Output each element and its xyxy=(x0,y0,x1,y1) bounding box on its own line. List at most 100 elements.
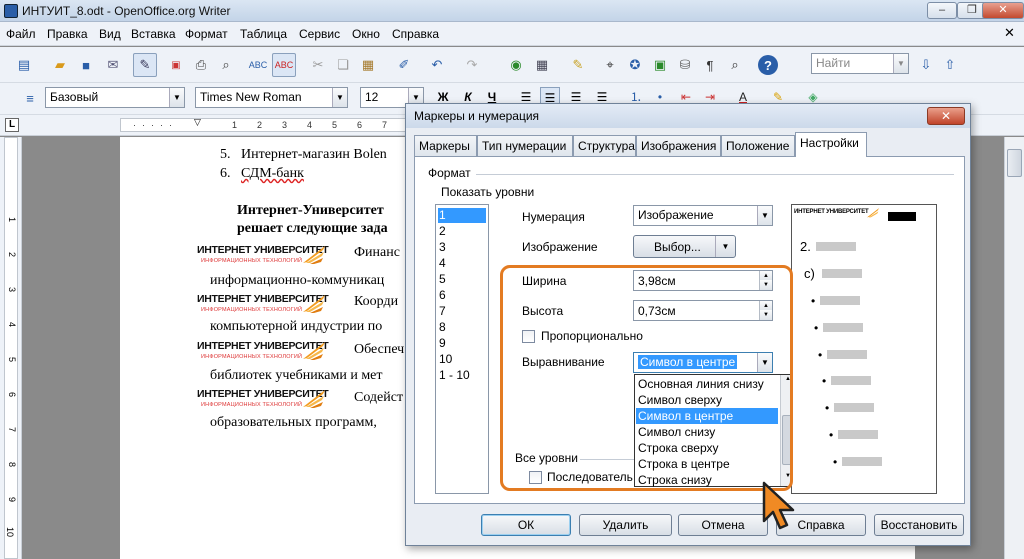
menu-file[interactable]: Файл xyxy=(6,27,36,41)
preview-bullet: • xyxy=(829,428,834,442)
paste-icon[interactable]: ▦ xyxy=(358,55,378,75)
menu-view[interactable]: Вид xyxy=(99,27,121,41)
list-item[interactable]: 7 xyxy=(438,304,486,319)
dialog-close-button[interactable]: ✕ xyxy=(927,107,965,125)
styles-icon[interactable]: ≡ xyxy=(20,88,40,108)
scrollbar-thumb[interactable] xyxy=(1007,149,1022,177)
chevron-down-icon[interactable]: ▼ xyxy=(893,54,908,73)
find-icon[interactable]: ⌖ xyxy=(600,55,620,75)
font-name-select[interactable]: Times New Roman ▼ xyxy=(195,87,348,108)
navigator-hyper-icon[interactable]: ◉ xyxy=(506,55,526,75)
numbering-label: Нумерация xyxy=(522,210,585,224)
gallery-icon[interactable]: ▣ xyxy=(650,55,670,75)
university-logo: ИНТЕРНЕТ УНИВЕРСИТЕТ ИНФОРМАЦИОННЫХ ТЕХНО… xyxy=(197,293,329,313)
copy-icon[interactable]: ❏ xyxy=(333,55,353,75)
delete-button[interactable]: Удалить xyxy=(579,514,672,536)
numbering-select[interactable]: Изображение ▼ xyxy=(633,205,773,226)
list-item[interactable]: 3 xyxy=(438,240,486,255)
list-item[interactable]: 1 - 10 xyxy=(438,368,486,383)
format-paint-icon[interactable]: ✐ xyxy=(394,55,414,75)
menu-window[interactable]: Окно xyxy=(352,27,380,41)
undo-icon[interactable]: ↶ xyxy=(427,55,447,75)
tab-stop-icon[interactable]: L xyxy=(5,118,19,132)
menu-tools[interactable]: Сервис xyxy=(299,27,340,41)
menu-edit[interactable]: Правка xyxy=(47,27,88,41)
open-icon[interactable]: ▰ xyxy=(50,55,70,75)
chevron-down-icon[interactable]: ▼ xyxy=(332,88,347,107)
spellcheck-icon[interactable]: ABC xyxy=(248,55,268,75)
table-icon[interactable]: ▦ xyxy=(532,55,552,75)
preview-bar xyxy=(816,242,856,251)
item-second-line: образовательных программ, xyxy=(210,415,377,430)
ruler-label: 4 xyxy=(307,120,313,130)
new-icon[interactable]: ▤ xyxy=(14,55,34,75)
image-select-button[interactable]: Выбор... ▼ xyxy=(633,235,736,258)
vruler-label: 1 xyxy=(7,217,17,223)
tab-bullets[interactable]: Маркеры xyxy=(414,135,477,156)
vertical-ruler: 1 2 3 4 5 6 7 8 9 10 xyxy=(0,137,22,559)
ruler-label: 6 xyxy=(357,120,363,130)
autospell-icon[interactable]: ABC xyxy=(272,53,296,77)
list-item[interactable]: 4 xyxy=(438,256,486,271)
tab-position[interactable]: Положение xyxy=(721,135,795,156)
vruler-label: 3 xyxy=(7,287,17,293)
image-label: Изображение xyxy=(522,240,598,254)
list-item[interactable]: 1 xyxy=(438,208,486,223)
find-next-down-icon[interactable]: ⇩ xyxy=(916,55,936,75)
list-item[interactable]: 5 xyxy=(438,272,486,287)
ok-button[interactable]: ОК xyxy=(481,514,571,536)
navigator-icon[interactable]: ✪ xyxy=(625,55,645,75)
help-icon[interactable]: ? xyxy=(758,55,778,75)
minimize-button[interactable]: ‒ xyxy=(927,2,957,19)
close-button[interactable]: ✕ xyxy=(982,2,1024,19)
menu-help[interactable]: Справка xyxy=(392,27,439,41)
paragraph-style-select[interactable]: Базовый ▼ xyxy=(45,87,185,108)
preview-bullet: • xyxy=(822,374,827,388)
pdf-icon[interactable]: ▣ xyxy=(166,55,186,75)
callout-highlight-box xyxy=(500,265,793,491)
preview-bar xyxy=(820,296,860,305)
nonprint-chars-icon[interactable]: ¶ xyxy=(700,55,720,75)
menu-table[interactable]: Таблица xyxy=(240,27,287,41)
zoom-icon[interactable]: ⌕ xyxy=(725,55,745,75)
print-icon[interactable]: ⎙ xyxy=(191,55,211,75)
vruler-label: 10 xyxy=(5,527,15,538)
preview-bar xyxy=(888,212,916,221)
find-prev-up-icon[interactable]: ⇧ xyxy=(940,55,960,75)
email-icon[interactable]: ✉ xyxy=(103,55,123,75)
tab-numbering-type[interactable]: Тип нумерации xyxy=(477,135,573,156)
tab-images[interactable]: Изображения xyxy=(636,135,721,156)
preview-number: 2. xyxy=(800,239,811,254)
draw-icon[interactable]: ✎ xyxy=(568,55,588,75)
list-item[interactable]: 8 xyxy=(438,320,486,335)
cut-icon[interactable]: ✂ xyxy=(308,55,328,75)
find-input[interactable]: Найти ▼ xyxy=(811,53,909,74)
levels-list[interactable]: 1 2 3 4 5 6 7 8 9 10 1 - 10 xyxy=(435,204,489,494)
preview-logo: ИНТЕРНЕТ УНИВЕРСИТЕТ xyxy=(794,207,879,221)
list-item[interactable]: 6 xyxy=(438,288,486,303)
save-icon[interactable]: ■ xyxy=(76,55,96,75)
ruler-ticks: 1 2 3 4 5 6 7 ····· xyxy=(133,120,388,130)
reset-button[interactable]: Восстановить xyxy=(874,514,964,536)
menu-insert[interactable]: Вставка xyxy=(131,27,176,41)
list-item[interactable]: 10 xyxy=(438,352,486,367)
list-item[interactable]: 9 xyxy=(438,336,486,351)
chevron-down-icon[interactable]: ▼ xyxy=(715,236,735,257)
vruler-label: 5 xyxy=(7,357,17,363)
preview-bar xyxy=(822,269,862,278)
app-icon xyxy=(4,4,18,18)
menu-format[interactable]: Формат xyxy=(185,27,228,41)
preview-icon[interactable]: ⌕ xyxy=(216,55,236,75)
chevron-down-icon[interactable]: ▼ xyxy=(169,88,184,107)
datasource-icon[interactable]: ⛁ xyxy=(675,55,695,75)
vertical-scrollbar[interactable] xyxy=(1004,137,1024,559)
tab-settings[interactable]: Настройки xyxy=(795,132,867,157)
ruler-label: 5 xyxy=(332,120,338,130)
close-doc-icon[interactable]: ✕ xyxy=(1004,25,1015,41)
list-item[interactable]: 2 xyxy=(438,224,486,239)
tab-outline[interactable]: Структура xyxy=(573,135,636,156)
chevron-down-icon[interactable]: ▼ xyxy=(757,206,772,225)
cancel-button[interactable]: Отмена xyxy=(678,514,768,536)
edit-mode-icon[interactable]: ✎ xyxy=(133,53,157,77)
redo-icon[interactable]: ↷ xyxy=(462,55,482,75)
